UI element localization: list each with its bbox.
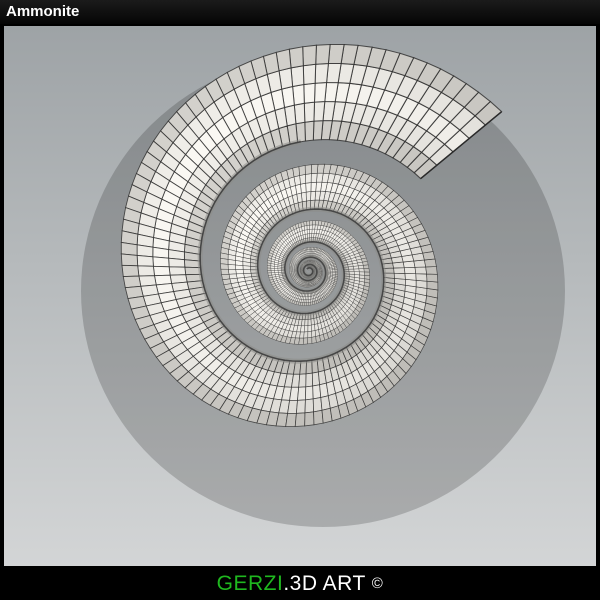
image-title: Ammonite	[6, 3, 80, 20]
brand-name: GERZI	[216, 572, 284, 595]
title-bar: Ammonite	[0, 0, 600, 24]
copyright-icon: ©	[371, 575, 384, 592]
brand-suffix: .3D ART	[283, 572, 366, 595]
ammonite-wireframe-render	[81, 43, 565, 527]
image-frame: Ammonite GERZI.3D ART ©	[0, 0, 600, 600]
render-viewport	[4, 26, 596, 566]
footer-bar: GERZI.3D ART ©	[0, 568, 600, 600]
